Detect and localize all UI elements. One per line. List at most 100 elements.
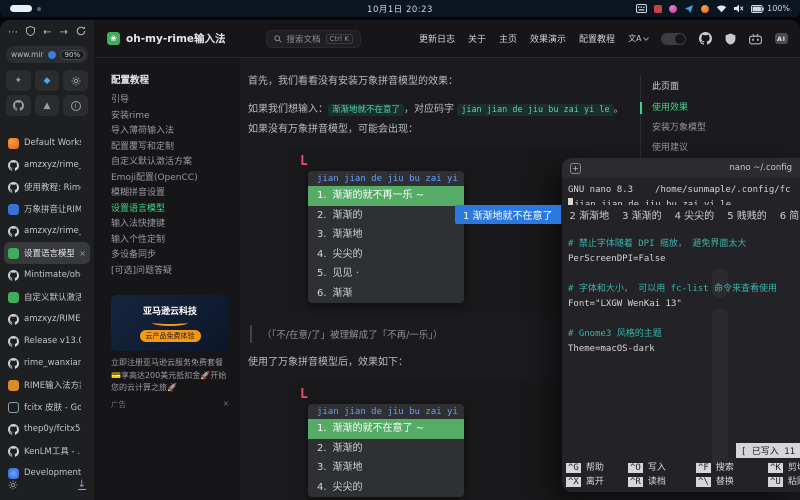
browser-tab[interactable]: 自定义默认激活方… [4, 286, 90, 308]
browser-tab[interactable]: 万象拼音让RIME… [4, 198, 90, 220]
forward-button[interactable]: → [60, 27, 68, 38]
text-cursor-mark: L [300, 155, 578, 169]
terminal-titlebar[interactable]: + nano ~/.config [562, 158, 800, 178]
tab-label: 使用教程: Rime [24, 181, 81, 193]
ime-candidate[interactable]: 5 贱贱的 [727, 207, 767, 222]
docs-sidebar-item[interactable]: 引导 [111, 93, 228, 109]
docs-sidebar-item[interactable]: 设置语言模型 [111, 202, 228, 218]
theme-toggle[interactable] [661, 33, 686, 45]
back-button[interactable]: ← [43, 27, 51, 38]
ime-candidate[interactable]: 2.渐渐的 [308, 206, 464, 226]
extension-button-3[interactable] [63, 70, 88, 91]
docs-sidebar-item[interactable]: 安装rime [111, 109, 228, 125]
site-logo[interactable]: ❀ [107, 32, 120, 45]
tray-app-icon-orange[interactable] [701, 5, 709, 13]
outline-item[interactable]: 安装万象模型 [652, 118, 750, 138]
shield-icon[interactable] [26, 26, 35, 39]
docs-sidebar-item[interactable]: 导入薄荷输入法 [111, 124, 228, 140]
ime-candidate[interactable]: 2 渐渐地 [570, 207, 610, 222]
browser-tab[interactable]: thep0y/fcitx5-th… [4, 418, 90, 440]
outline-item[interactable]: 使用建议 [652, 138, 750, 158]
docs-sidebar-item[interactable]: 输入个性定制 [111, 233, 228, 249]
browser-tab[interactable]: KenLM工具 - … [4, 440, 90, 462]
browser-sidebar: ⋯ ← → www.mir 90% ✦ ◆ ▲ i [0, 20, 95, 500]
keyboard-layout-icon[interactable] [636, 4, 647, 13]
bilibili-tv-icon[interactable] [749, 33, 762, 45]
tab-close-icon[interactable]: × [79, 249, 86, 258]
ad-close-icon[interactable]: × [223, 399, 229, 410]
outline-item[interactable]: 使用效果 [652, 98, 750, 118]
docs-sidebar-item[interactable]: 模糊拼音设置 [111, 186, 228, 202]
docs-sidebar-item[interactable]: 多设备同步 [111, 248, 228, 264]
eject-button[interactable]: ▲ [35, 95, 60, 116]
settings-gear-icon[interactable] [8, 475, 18, 494]
ime-candidate[interactable]: 4 尖尖的 [675, 207, 715, 222]
github-shortcut-button[interactable] [6, 95, 31, 116]
ime-candidate[interactable]: 4.尖尖的 [308, 245, 464, 265]
wifi-icon[interactable] [716, 4, 727, 13]
browser-tab[interactable]: Mintimate/oh-my… [4, 264, 90, 286]
browser-tab[interactable]: rime_wanxiang/… [4, 352, 90, 374]
nano-shortcut: ^G帮助 [566, 461, 628, 475]
outline-list: 使用效果 安装万象模型 使用建议 [652, 98, 750, 158]
nav-demo[interactable]: 效果演示 [530, 32, 566, 45]
ad-card[interactable]: 亚马逊云科技 云产品免费体验 立即注册亚马逊云服务免费套餐💳享高达200美元抵扣… [111, 295, 229, 410]
search-icon [274, 35, 282, 43]
zoom-level-badge[interactable]: 90% [60, 50, 86, 60]
ime-candidate[interactable]: 3.渐渐地 [308, 225, 464, 245]
shield-link-icon[interactable] [725, 33, 736, 45]
browser-tab[interactable]: Default Worksp… [4, 132, 90, 154]
nav-changelog[interactable]: 更新日志 [419, 32, 455, 45]
volume-icon[interactable] [734, 4, 744, 13]
ime-candidate[interactable]: 6 简简单 [780, 207, 800, 222]
nano-shortcut: ^K剪切 [768, 461, 800, 475]
docs-sidebar-item[interactable]: [可选]问题答疑 [111, 264, 228, 280]
browser-tab[interactable]: amzxyz/RIME-LM… [4, 308, 90, 330]
ime-candidate[interactable]: 4.尖尖的 [308, 478, 464, 498]
docs-sidebar-item[interactable]: 配置覆写和定制 [111, 140, 228, 156]
ime-candidate[interactable]: 3 渐渐的 [622, 207, 662, 222]
reload-button[interactable] [76, 26, 86, 39]
tab-label: Default Worksp… [24, 138, 81, 148]
ime-candidate[interactable]: 3.渐渐地 [308, 458, 464, 478]
downloads-icon[interactable]: ↓ [78, 480, 86, 490]
browser-tab[interactable]: 设置语言模型 × [4, 242, 90, 264]
browser-tab[interactable]: RIME输入法方案… [4, 374, 90, 396]
browser-tab[interactable]: amzxyz/rime_wo… [4, 154, 90, 176]
ime-candidate[interactable]: 2.渐渐的 [308, 439, 464, 459]
search-input[interactable]: 搜索文档 Ctrl K [266, 30, 361, 48]
browser-tab[interactable]: fcitx 皮肤 - Goog… [4, 396, 90, 418]
browser-menu-button[interactable]: ⋯ [8, 27, 18, 38]
new-tab-button[interactable]: + [570, 163, 581, 174]
github-icon[interactable] [699, 32, 712, 45]
telegram-icon[interactable] [684, 4, 694, 14]
ime-selected-candidate[interactable]: 1 渐渐地就不在意了 [455, 205, 561, 224]
url-bar[interactable]: www.mir 90% [6, 46, 88, 63]
chevron-down-icon [643, 35, 649, 41]
ime-candidate[interactable]: 1.渐渐的就不在意了 ~ [308, 419, 464, 439]
docs-sidebar-item[interactable]: 输入法快捷键 [111, 217, 228, 233]
ime-candidate[interactable]: 6.渐渐 [308, 284, 464, 304]
ad-cta-button[interactable]: 云产品免费体验 [140, 330, 201, 342]
ime-candidate[interactable]: 1.渐渐的就不再一乐 ~ [308, 186, 464, 206]
extension-button-2[interactable]: ◆ [35, 70, 60, 91]
docs-sidebar-item[interactable]: 自定义默认激活方案 [111, 155, 228, 171]
terminal-watermark [712, 308, 728, 468]
site-title[interactable]: oh-my-rime输入法 [126, 31, 226, 46]
nav-about[interactable]: 关于 [468, 32, 486, 45]
browser-tab[interactable]: amzxyz/rime_wo… [4, 220, 90, 242]
docs-sidebar-item[interactable]: Emoji配置(OpenCC) [111, 171, 228, 187]
tray-app-icon-pink[interactable] [669, 5, 677, 13]
nano-shortcut: ^U粘贴 [768, 475, 800, 489]
language-switch[interactable]: 文A [628, 33, 647, 44]
info-button[interactable]: i [63, 95, 88, 116]
battery-indicator[interactable]: 100% [751, 4, 790, 13]
browser-tab[interactable]: Release v13.0.3… [4, 330, 90, 352]
ime-candidate[interactable]: 5.见见 · [308, 264, 464, 284]
nav-home[interactable]: 主页 [499, 32, 517, 45]
extension-button-1[interactable]: ✦ [6, 70, 31, 91]
tray-app-icon-red[interactable] [654, 5, 662, 13]
browser-tab[interactable]: 使用教程: Rime [4, 176, 90, 198]
ai-badge[interactable]: AI [775, 33, 788, 44]
nav-config-tutorial[interactable]: 配置教程 [579, 32, 615, 45]
